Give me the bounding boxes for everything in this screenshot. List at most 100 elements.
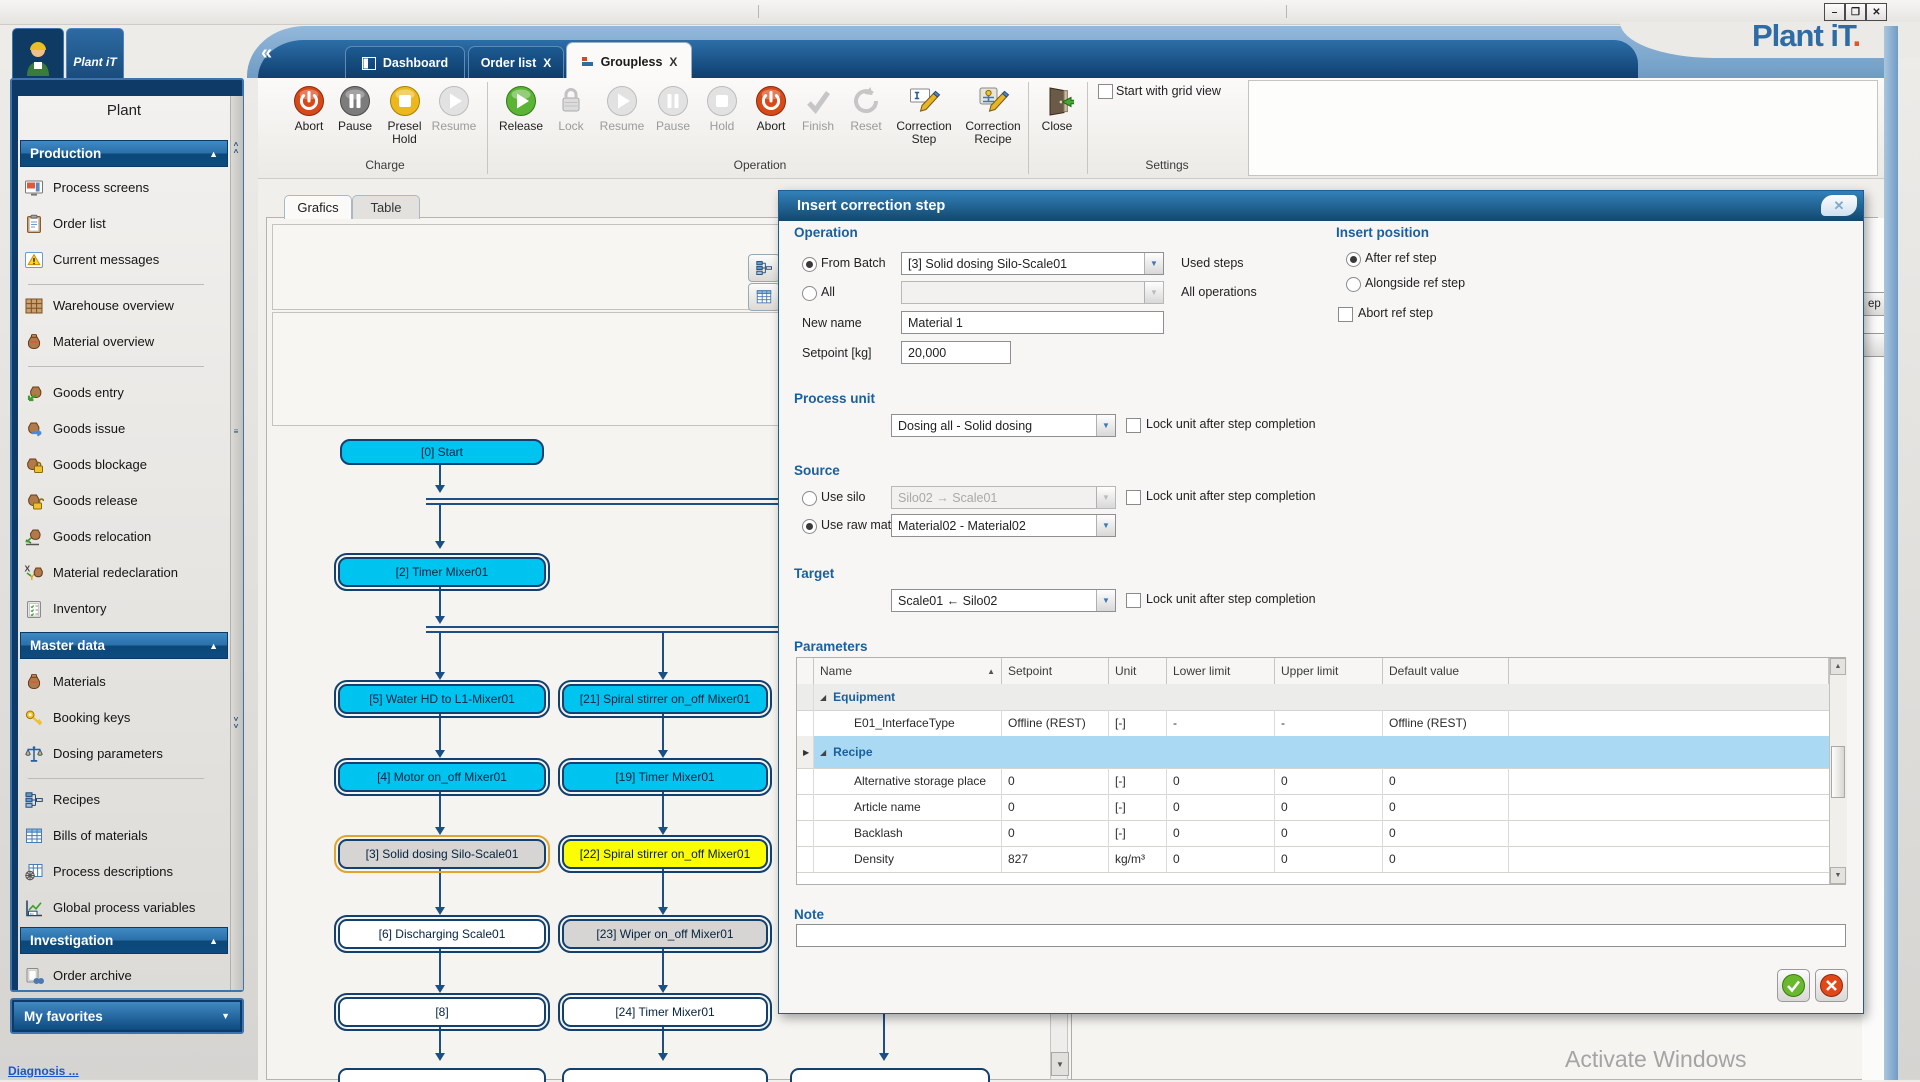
sidebar-item-current-messages[interactable]: Current messages: [24, 246, 224, 273]
sidebar-item-booking-keys[interactable]: Booking keys: [24, 704, 224, 731]
close-tab-icon[interactable]: X: [543, 56, 551, 70]
alongside-ref-step-radio[interactable]: [1346, 277, 1361, 292]
correction-recipe-button[interactable]: CorrectionRecipe: [962, 84, 1024, 146]
sidebar-item-order-list[interactable]: Order list: [24, 210, 224, 237]
abort-operation-button[interactable]: Abort: [748, 84, 794, 133]
from-batch-radio[interactable]: [802, 257, 817, 272]
scroll-down-button[interactable]: ▼: [1830, 867, 1846, 884]
diagnosis-link[interactable]: Diagnosis ...: [8, 1064, 79, 1078]
scroll-down-button[interactable]: ▼: [1051, 1052, 1069, 1076]
collapse-sidebar-chevron-icon[interactable]: «: [261, 42, 272, 65]
lock-unit-checkbox[interactable]: [1126, 490, 1141, 505]
column-upper-limit[interactable]: Upper limit: [1275, 658, 1383, 684]
sidebar-item-material-overview[interactable]: Material overview: [24, 328, 224, 355]
scroll-thumb[interactable]: [1831, 746, 1845, 798]
sidebar-item-bills-of-materials[interactable]: Bills of materials: [24, 822, 224, 849]
chevron-down-icon[interactable]: ▼: [1096, 515, 1115, 536]
tab-table[interactable]: Table: [352, 195, 420, 219]
flow-node-3-active[interactable]: [3] Solid dosing Silo-Scale01: [338, 839, 546, 869]
table-row[interactable]: E01_InterfaceType Offline (REST) [-] - -…: [797, 710, 1829, 737]
presel-hold-button[interactable]: PreselHold: [381, 84, 428, 146]
tab-dashboard[interactable]: Dashboard: [345, 46, 465, 79]
sidebar-item-goods-entry[interactable]: Goods entry: [24, 379, 224, 406]
sidebar-scroll-strip[interactable]: [230, 96, 243, 990]
use-raw-material-radio[interactable]: [802, 519, 817, 534]
sidebar-item-global-process-variables[interactable]: x=Global process variables: [24, 894, 224, 921]
column-default-value[interactable]: Default value: [1383, 658, 1509, 684]
parts-list-button[interactable]: [748, 283, 780, 311]
flow-node-start[interactable]: [0] Start: [340, 439, 544, 465]
abort-ref-step-checkbox[interactable]: [1338, 307, 1353, 322]
after-ref-step-radio[interactable]: [1346, 252, 1361, 267]
flow-node-24[interactable]: [24] Timer Mixer01: [562, 997, 768, 1027]
group-row-recipe-selected[interactable]: ▶ ◢Recipe: [797, 736, 1829, 769]
table-row[interactable]: Alternative storage place 0 [-] 0 0 0: [797, 768, 1829, 795]
section-investigation[interactable]: Investigation▲: [20, 927, 228, 954]
section-master-data[interactable]: Master data▲: [20, 632, 228, 659]
sidebar-item-dosing-parameters[interactable]: Dosing parameters: [24, 740, 224, 767]
setpoint-input[interactable]: [901, 341, 1011, 364]
scroll-up-chevron-icon[interactable]: ^^: [230, 142, 242, 156]
sidebar-item-goods-release[interactable]: Goods release: [24, 487, 224, 514]
flow-node-23[interactable]: [23] Wiper on_off Mixer01: [562, 919, 768, 949]
flow-node-22[interactable]: [22] Spiral stirrer on_off Mixer01: [562, 839, 768, 869]
section-production[interactable]: Production▲: [20, 140, 228, 167]
tab-grafics[interactable]: Grafics: [284, 195, 352, 219]
table-scrollbar[interactable]: ▲ ▼: [1829, 658, 1847, 884]
sidebar-item-order-archive[interactable]: Order archive: [24, 962, 224, 989]
sidebar-item-material-redeclaration[interactable]: XYMaterial redeclaration: [24, 559, 224, 586]
flow-node-2[interactable]: [2] Timer Mixer01: [338, 557, 546, 587]
tab-groupless[interactable]: Groupless X: [566, 42, 692, 80]
abort-charge-button[interactable]: Abort: [286, 84, 332, 133]
column-setpoint[interactable]: Setpoint: [1002, 658, 1109, 684]
sidebar-item-goods-blockage[interactable]: Goods blockage: [24, 451, 224, 478]
pause-charge-button[interactable]: Pause: [332, 84, 378, 133]
close-order-button[interactable]: Close: [1034, 84, 1080, 133]
sidebar-item-inventory[interactable]: Inventory: [24, 595, 224, 622]
scroll-grip-icon[interactable]: ≡: [230, 428, 242, 435]
column-name[interactable]: Name▲: [814, 658, 1002, 684]
scroll-up-button[interactable]: ▲: [1830, 658, 1846, 675]
table-row[interactable]: Article name 0 [-] 0 0 0: [797, 794, 1829, 821]
sidebar-item-recipes[interactable]: Recipes: [24, 786, 224, 813]
sidebar-item-materials[interactable]: Materials: [24, 668, 224, 695]
target-select[interactable]: Scale01 ← Silo02▼: [891, 589, 1116, 612]
ok-button[interactable]: [1777, 969, 1810, 1002]
lock-unit-checkbox[interactable]: [1126, 418, 1141, 433]
flow-node-21[interactable]: [21] Spiral stirrer on_off Mixer01: [562, 684, 768, 714]
start-with-grid-view-checkbox[interactable]: [1098, 84, 1113, 99]
flow-node-5[interactable]: [5] Water HD to L1-Mixer01: [338, 684, 546, 714]
sidebar-item-process-screens[interactable]: Process screens: [24, 174, 224, 201]
flow-node-6[interactable]: [6] Discharging Scale01: [338, 919, 546, 949]
column-lower-limit[interactable]: Lower limit: [1167, 658, 1275, 684]
close-tab-icon[interactable]: X: [669, 55, 677, 69]
chevron-down-icon[interactable]: ▼: [1096, 590, 1115, 611]
release-button[interactable]: Release: [496, 84, 546, 133]
recipe-structure-button[interactable]: [748, 254, 780, 282]
use-silo-radio[interactable]: [802, 491, 817, 506]
process-unit-select[interactable]: Dosing all - Solid dosing▼: [891, 414, 1116, 437]
flow-node-19[interactable]: [19] Timer Mixer01: [562, 762, 768, 792]
all-radio[interactable]: [802, 286, 817, 301]
table-row[interactable]: Backlash 0 [-] 0 0 0: [797, 820, 1829, 847]
sidebar-item-goods-issue[interactable]: Goods issue: [24, 415, 224, 442]
flow-node-8[interactable]: [8]: [338, 997, 546, 1027]
sidebar-item-process-descriptions[interactable]: Process descriptions: [24, 858, 224, 885]
group-row-equipment[interactable]: ◢Equipment: [797, 684, 1829, 711]
lock-unit-checkbox[interactable]: [1126, 593, 1141, 608]
new-name-input[interactable]: [901, 311, 1164, 334]
sidebar-item-goods-relocation[interactable]: Goods relocation: [24, 523, 224, 550]
dialog-close-button[interactable]: ✕: [1821, 195, 1857, 216]
tab-order-list[interactable]: Order list X: [468, 46, 564, 79]
scroll-down-chevron-icon[interactable]: ^^: [230, 714, 242, 728]
correction-step-button[interactable]: CorrectionStep: [893, 84, 955, 146]
use-raw-material-select[interactable]: Material02 - Material02▼: [891, 514, 1116, 537]
from-batch-select[interactable]: [3] Solid dosing Silo-Scale01▼: [901, 252, 1164, 275]
flow-node-4[interactable]: [4] Motor on_off Mixer01: [338, 762, 546, 792]
chevron-down-icon[interactable]: ▼: [1096, 415, 1115, 436]
table-row[interactable]: Density 827 kg/m³ 0 0 0: [797, 846, 1829, 873]
note-input[interactable]: [796, 924, 1846, 947]
sidebar-item-warehouse-overview[interactable]: Warehouse overview: [24, 292, 224, 319]
column-unit[interactable]: Unit: [1109, 658, 1167, 684]
chevron-down-icon[interactable]: ▼: [1144, 253, 1163, 274]
